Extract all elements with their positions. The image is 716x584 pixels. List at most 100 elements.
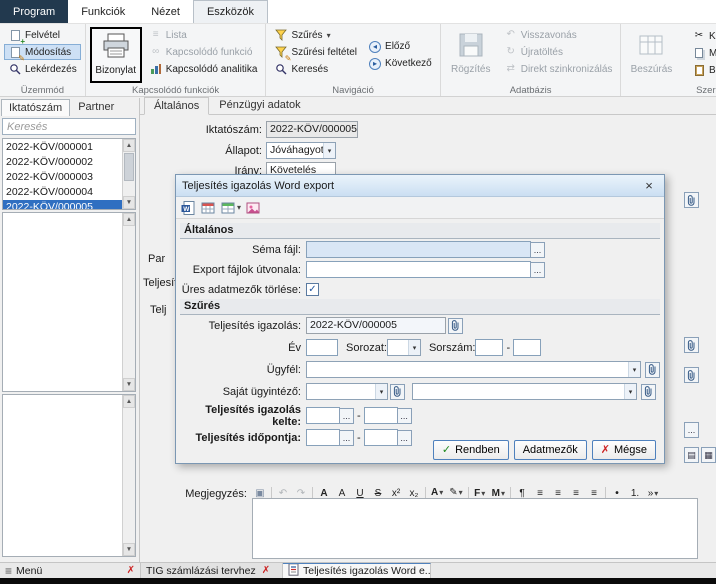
masolas-button[interactable]: Másolás	[688, 45, 716, 61]
scroll-up-icon[interactable]: ▲	[123, 213, 135, 226]
dialog-titlebar[interactable]: Teljesítés igazolás Word export ×	[176, 175, 664, 197]
tab-altalanos[interactable]: Általános	[144, 97, 209, 115]
list-item-selected[interactable]: 2022-KÖV/000005	[3, 200, 122, 209]
ugyfel-combo[interactable]: ▾	[306, 361, 641, 378]
scroll-down-icon[interactable]: ▼	[123, 196, 135, 209]
sema-fajl-input[interactable]	[306, 241, 531, 258]
date-picker-button[interactable]: ...	[339, 408, 354, 424]
sajat-ugyintezo-combo2[interactable]: ▾	[412, 383, 637, 400]
tool-button[interactable]: ▦	[701, 447, 716, 463]
rogzites-button[interactable]: Rögzítés	[445, 27, 497, 83]
menu-program[interactable]: Program	[0, 0, 68, 23]
allapot-combo[interactable]: Jóváhagyott ▾	[266, 142, 336, 159]
idopont-from-input[interactable]	[306, 429, 340, 446]
tertiary-list-scrollbar[interactable]: ▲ ▼	[122, 395, 135, 556]
menu-eszkozok[interactable]: Eszközök	[193, 0, 268, 23]
word-export-icon[interactable]: W	[180, 200, 196, 216]
date-picker-button[interactable]: ...	[339, 430, 354, 446]
elozo-button[interactable]: ◂ Előző	[364, 39, 436, 55]
kelte-to-input[interactable]	[364, 407, 398, 424]
attachment-button[interactable]	[641, 384, 656, 400]
scroll-up-icon[interactable]: ▲	[123, 139, 135, 152]
sajat-ugyintezo-combo[interactable]: ▾	[306, 383, 388, 400]
scroll-thumb[interactable]	[124, 153, 134, 181]
chevron-down-icon[interactable]: ▾	[624, 384, 636, 399]
scroll-track[interactable]	[123, 408, 135, 543]
lista-button[interactable]: ≡ Lista	[145, 27, 262, 43]
list-item[interactable]: 2022-KÖV/000002	[3, 155, 122, 170]
attachment-button[interactable]	[448, 318, 463, 334]
sorszam-to-input[interactable]	[513, 339, 541, 356]
chevron-down-icon[interactable]: ▾	[375, 384, 387, 399]
kapcsolodo-analitika-button[interactable]: Kapcsolódó analitika	[145, 61, 262, 77]
iktatoszam-field[interactable]: 2022-KÖV/000005	[266, 121, 358, 138]
scroll-down-icon[interactable]: ▼	[123, 543, 135, 556]
sorozat-combo[interactable]: ▾	[387, 339, 421, 356]
kapcsolodo-funkcio-button[interactable]: ∞ Kapcsolódó funkció	[145, 44, 262, 60]
menu-panel-tab[interactable]: ≡ Menü ✗	[0, 563, 141, 578]
chevron-down-icon[interactable]: ▾	[237, 203, 241, 212]
close-icon[interactable]: ×	[640, 178, 658, 194]
scroll-up-icon[interactable]: ▲	[123, 395, 135, 408]
visszavonas-button[interactable]: ↶ Visszavonás	[500, 27, 617, 43]
scroll-track[interactable]	[123, 152, 135, 196]
modositas-button[interactable]: ✎ Módosítás	[4, 44, 81, 60]
bizonylat-button[interactable]: Bizonylat	[90, 27, 142, 83]
list-item[interactable]: 2022-KÖV/000001	[3, 140, 122, 155]
kivagas-button[interactable]: ✂ Kivágás	[688, 28, 716, 44]
lekerdezes-button[interactable]: Lekérdezés	[4, 61, 81, 77]
attachment-button[interactable]	[684, 337, 699, 353]
ok-button[interactable]: ✓ Rendben	[433, 440, 509, 460]
ev-input[interactable]	[306, 339, 338, 356]
cancel-button[interactable]: ✗ Mégse	[592, 440, 656, 460]
ujratoltes-button[interactable]: ↻ Újratöltés	[500, 44, 617, 60]
megjegyzes-textarea[interactable]	[252, 498, 698, 559]
list-item[interactable]: 2022-KÖV/000003	[3, 170, 122, 185]
date-picker-button[interactable]: ...	[397, 408, 412, 424]
table-export-icon[interactable]	[200, 200, 216, 216]
image-export-icon[interactable]	[245, 200, 261, 216]
tool-button[interactable]: ▤	[684, 447, 699, 463]
document-tab-word-export[interactable]: Teljesítés igazolás Word e...	[283, 563, 431, 578]
szures-button[interactable]: Szűrés ▾	[270, 27, 361, 43]
export-utvonal-input[interactable]	[306, 261, 531, 278]
menu-funkciok[interactable]: Funkciók	[68, 0, 138, 23]
szuresi-feltetel-button[interactable]: ✎ Szűrési feltétel	[270, 44, 361, 60]
ures-adatmezok-checkbox[interactable]: ✓	[306, 283, 319, 296]
attachment-button[interactable]	[684, 192, 699, 208]
scroll-down-icon[interactable]: ▼	[123, 378, 135, 391]
tab-partner[interactable]: Partner	[70, 98, 122, 116]
scroll-track[interactable]	[123, 226, 135, 378]
chevron-down-icon[interactable]: ▾	[323, 143, 335, 158]
beillesztes-button[interactable]: Beillesztés	[688, 62, 716, 78]
felvetel-button[interactable]: + Felvétel	[4, 27, 81, 43]
sorszam-from-input[interactable]	[475, 339, 503, 356]
document-tab-tig[interactable]: TIG számlázási tervhez ✗	[141, 563, 283, 578]
chevron-down-icon[interactable]: ▾	[408, 340, 420, 355]
kelte-from-input[interactable]	[306, 407, 340, 424]
close-menu-icon[interactable]: ✗	[127, 565, 135, 576]
direkt-szinkronizalas-button[interactable]: ⇄ Direkt szinkronizálás	[500, 61, 617, 77]
kovetkezo-button[interactable]: ▸ Következő	[364, 56, 436, 72]
beszuras-button[interactable]: Beszúrás	[625, 27, 677, 83]
menu-nezet[interactable]: Nézet	[138, 0, 193, 23]
search-input[interactable]	[2, 118, 136, 135]
chevron-down-icon[interactable]: ▾	[628, 362, 640, 377]
attachment-button[interactable]	[390, 384, 405, 400]
tab-penzugyi-adatok[interactable]: Pénzügyi adatok	[209, 96, 310, 114]
adatmezok-button[interactable]: Adatmezők	[514, 440, 587, 460]
tab-iktatoszam[interactable]: Iktatószám	[1, 99, 70, 116]
browse-button[interactable]: ...	[684, 422, 699, 438]
browse-sema-button[interactable]: ...	[530, 242, 545, 258]
secondary-list-scrollbar[interactable]: ▲ ▼	[122, 213, 135, 391]
record-list-scrollbar[interactable]: ▲ ▼	[122, 139, 135, 209]
attachment-button[interactable]	[684, 367, 699, 383]
teljesites-igazolas-field[interactable]: 2022-KÖV/000005	[306, 317, 446, 334]
attachment-button[interactable]	[645, 362, 660, 378]
kereses-button[interactable]: Keresés	[270, 61, 361, 77]
idopont-to-input[interactable]	[364, 429, 398, 446]
template-export-icon[interactable]: ▾	[220, 200, 241, 216]
list-item[interactable]: 2022-KÖV/000004	[3, 185, 122, 200]
date-picker-button[interactable]: ...	[397, 430, 412, 446]
browse-utvonal-button[interactable]: ...	[530, 262, 545, 278]
